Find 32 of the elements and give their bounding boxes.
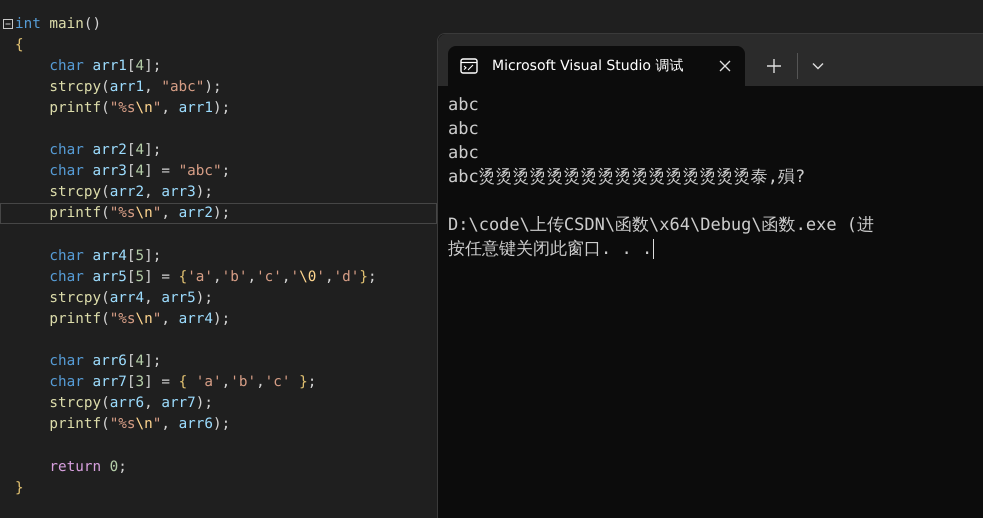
code-line: strcpy(arr6, arr7); xyxy=(48,394,213,412)
code-line: printf("%s\n", arr1); xyxy=(48,98,230,117)
console-output-line: D:\code\上传CSDN\函数\x64\Debug\函数.exe (进 xyxy=(448,214,874,237)
code-line: printf("%s\n", arr4); xyxy=(48,310,230,328)
close-icon[interactable] xyxy=(719,60,731,72)
console-output-line: abc xyxy=(448,142,479,165)
code-line: char arr3[4] = "abc"; xyxy=(48,162,230,180)
code-line: return 0; xyxy=(48,458,127,476)
plus-icon[interactable] xyxy=(767,59,781,73)
console-output-line: abc xyxy=(448,118,479,141)
code-line: printf("%s\n", arr6); xyxy=(48,415,230,434)
code-line: char arr5[5] = {'a','b','c','\0','d'}; xyxy=(48,268,377,286)
code-line: printf("%s\n", arr2); xyxy=(48,204,230,222)
code-line: char arr6[4]; xyxy=(48,352,162,370)
code-line: int main() xyxy=(15,14,102,33)
code-line: char arr7[3] = { 'a','b','c' }; xyxy=(48,373,316,392)
code-line: } xyxy=(15,478,24,497)
code-line: strcpy(arr2, arr3); xyxy=(48,183,213,202)
console-output-line: abc烫烫烫烫烫烫烫烫烫烫烫烫烫烫烫烫泰,殞? xyxy=(448,166,806,189)
console-icon xyxy=(460,58,478,74)
dropdown-caret-icon[interactable] xyxy=(812,62,824,70)
code-line: char arr4[5]; xyxy=(48,246,162,265)
text-cursor xyxy=(653,239,654,259)
terminal-tab[interactable]: Microsoft Visual Studio 调试 xyxy=(448,46,745,86)
code-line: char arr1[4]; xyxy=(48,56,162,75)
fold-toggle-icon[interactable] xyxy=(3,18,13,29)
code-line: strcpy(arr4, arr5); xyxy=(48,288,213,307)
code-line: char arr2[4]; xyxy=(48,141,162,160)
console-output-line: abc xyxy=(448,94,479,117)
code-line: { xyxy=(15,36,24,54)
console-output-line: 按任意键关闭此窗口. . . xyxy=(448,238,652,261)
code-line: strcpy(arr1, "abc"); xyxy=(48,78,222,96)
